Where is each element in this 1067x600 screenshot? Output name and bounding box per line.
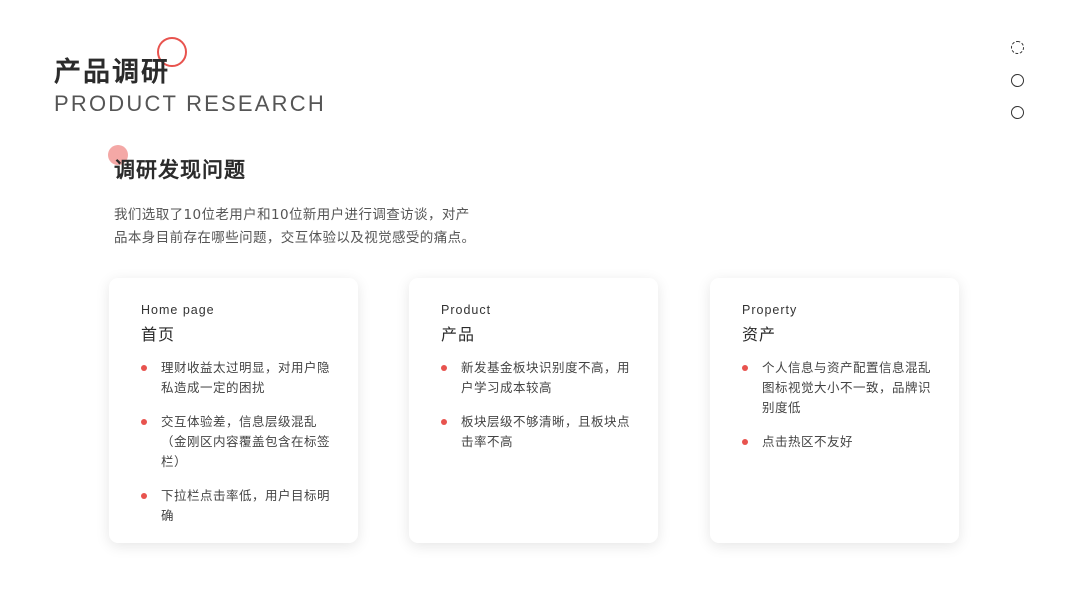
intro-paragraph: 我们选取了10位老用户和10位新用户进行调查访谈，对产 品本身目前存在哪些问题，… [114, 204, 534, 250]
issue-item: 新发基金板块识别度不高，用户学习成本较高 [441, 358, 631, 398]
card-title-en: Property [742, 303, 798, 317]
page-subtitle: PRODUCT RESEARCH [54, 91, 326, 116]
issue-text: 新发基金板块识别度不高，用户学习成本较高 [461, 360, 631, 395]
issue-item: 个人信息与资产配置信息混乱图标视觉大小不一致，品牌识别度低 [742, 358, 932, 418]
card-title-zh: 资产 [742, 325, 777, 344]
issue-list: 个人信息与资产配置信息混乱图标视觉大小不一致，品牌识别度低 点击热区不友好 [742, 358, 932, 466]
bullet-dot-icon [141, 493, 147, 499]
issue-text: 个人信息与资产配置信息混乱图标视觉大小不一致，品牌识别度低 [762, 360, 932, 415]
page-nav [1011, 41, 1025, 121]
issue-list: 理财收益太过明显，对用户隐私造成一定的困扰 交互体验差，信息层级混乱（金刚区内容… [141, 358, 331, 540]
card-product: Product 产品 新发基金板块识别度不高，用户学习成本较高 板块层级不够清晰… [409, 278, 658, 543]
issue-text: 点击热区不友好 [762, 434, 854, 449]
section-title: 调研发现问题 [114, 158, 246, 182]
issue-list: 新发基金板块识别度不高，用户学习成本较高 板块层级不够清晰，且板块点击率不高 [441, 358, 631, 466]
bullet-dot-icon [742, 365, 748, 371]
card-home-page: Home page 首页 理财收益太过明显，对用户隐私造成一定的困扰 交互体验差… [109, 278, 358, 543]
issue-item: 下拉栏点击率低，用户目标明确 [141, 486, 331, 526]
page-title: 产品调研 [54, 57, 170, 88]
bullet-dot-icon [141, 365, 147, 371]
issue-item: 交互体验差，信息层级混乱（金刚区内容覆盖包含在标签栏） [141, 412, 331, 472]
bullet-dot-icon [441, 419, 447, 425]
bullet-dot-icon [742, 439, 748, 445]
nav-dot-1-active-icon[interactable] [1011, 41, 1024, 54]
issue-text: 下拉栏点击率低，用户目标明确 [161, 488, 331, 523]
card-title-en: Home page [141, 303, 215, 317]
issue-text: 理财收益太过明显，对用户隐私造成一定的困扰 [161, 360, 331, 395]
intro-line: 我们选取了10位老用户和10位新用户进行调查访谈，对产 [114, 207, 470, 223]
issue-item: 理财收益太过明显，对用户隐私造成一定的困扰 [141, 358, 331, 398]
nav-dot-3-icon[interactable] [1011, 106, 1024, 119]
nav-dot-2-icon[interactable] [1011, 74, 1024, 87]
issue-item: 点击热区不友好 [742, 432, 932, 452]
issue-item: 板块层级不够清晰，且板块点击率不高 [441, 412, 631, 452]
card-title-zh: 产品 [441, 325, 476, 344]
bullet-dot-icon [441, 365, 447, 371]
intro-line: 品本身目前存在哪些问题，交互体验以及视觉感受的痛点。 [114, 230, 476, 246]
bullet-dot-icon [141, 419, 147, 425]
issue-text: 板块层级不够清晰，且板块点击率不高 [461, 414, 631, 449]
card-property: Property 资产 个人信息与资产配置信息混乱图标视觉大小不一致，品牌识别度… [710, 278, 959, 543]
card-title-zh: 首页 [141, 325, 176, 344]
card-title-en: Product [441, 303, 492, 317]
issue-text: 交互体验差，信息层级混乱（金刚区内容覆盖包含在标签栏） [161, 414, 331, 469]
